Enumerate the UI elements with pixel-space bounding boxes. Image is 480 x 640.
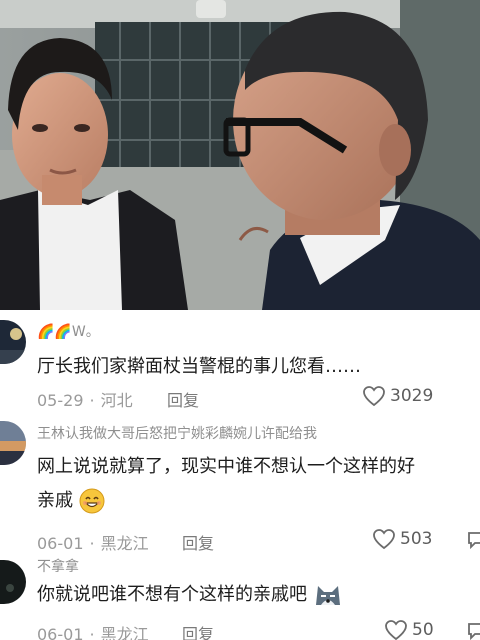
avatar-image	[0, 421, 26, 465]
meta-dot: ·	[89, 534, 95, 553]
night-sky-avatar[interactable]	[0, 320, 26, 364]
comment-location: 黑龙江	[100, 534, 149, 553]
meta-dot: ·	[89, 625, 95, 640]
comment-date: 06-01	[37, 534, 84, 553]
husky-dog-emoji	[315, 586, 340, 605]
heart-icon	[385, 620, 407, 640]
comment-username[interactable]: 王林认我做大哥后怒把宁姚彩麟婉儿许配给我	[37, 423, 317, 443]
sunset-avatar[interactable]	[0, 421, 26, 465]
scene-illustration	[0, 0, 480, 310]
like-button[interactable]: 3029	[362, 385, 433, 407]
smiling-face-emoji	[79, 488, 105, 514]
like-count: 3029	[390, 386, 434, 406]
comment-text-line: 亲戚	[37, 484, 105, 518]
avatar-image	[0, 320, 26, 364]
comment-meta: 05-29 · 河北	[37, 387, 133, 411]
like-count: 50	[412, 620, 434, 640]
comment-text-line: 网上说说就算了，现实中谁不想认一个这样的好	[37, 456, 415, 477]
like-button[interactable]: 503	[372, 528, 432, 550]
heart-icon	[373, 529, 395, 550]
comment-text-tail: 亲戚	[37, 490, 73, 511]
reply-button[interactable]: 回复	[182, 621, 214, 640]
comment-location: 黑龙江	[100, 625, 149, 640]
reply-button[interactable]: 回复	[167, 387, 199, 411]
comment-date: 06-01	[37, 625, 84, 640]
like-button[interactable]: 50	[384, 619, 434, 640]
post-page: 🌈🌈W。 厅长我们家擀面杖当警棍的事儿您看…… 05-29 · 河北 回复 3029	[0, 0, 480, 640]
like-count: 503	[400, 529, 433, 549]
comment-meta: 06-01 · 黑龙江	[37, 530, 149, 554]
comment-bubble-icon[interactable]	[466, 621, 480, 640]
heart-icon	[363, 386, 385, 407]
video-still[interactable]	[0, 0, 480, 310]
reply-button[interactable]: 回复	[182, 530, 214, 554]
avatar-image	[0, 560, 26, 604]
comment-location: 河北	[100, 391, 133, 410]
comment-date: 05-29	[37, 391, 84, 410]
comment-text-line: 你就说吧谁不想有个这样的亲戚吧	[37, 578, 343, 612]
comment-username[interactable]: 🌈🌈W。	[37, 321, 100, 341]
meta-dot: ·	[89, 391, 95, 410]
comment-meta: 06-01 · 黑龙江	[37, 621, 149, 640]
comment-bubble-icon[interactable]	[466, 530, 480, 550]
comment-text: 厅长我们家擀面杖当警棍的事儿您看……	[37, 356, 361, 377]
dark-avatar[interactable]	[0, 560, 26, 604]
comment-list: 🌈🌈W。 厅长我们家擀面杖当警棍的事儿您看…… 05-29 · 河北 回复 3029	[0, 310, 480, 640]
comment-username[interactable]: 不拿拿	[37, 556, 79, 576]
comment-text: 你就说吧谁不想有个这样的亲戚吧	[37, 584, 307, 605]
